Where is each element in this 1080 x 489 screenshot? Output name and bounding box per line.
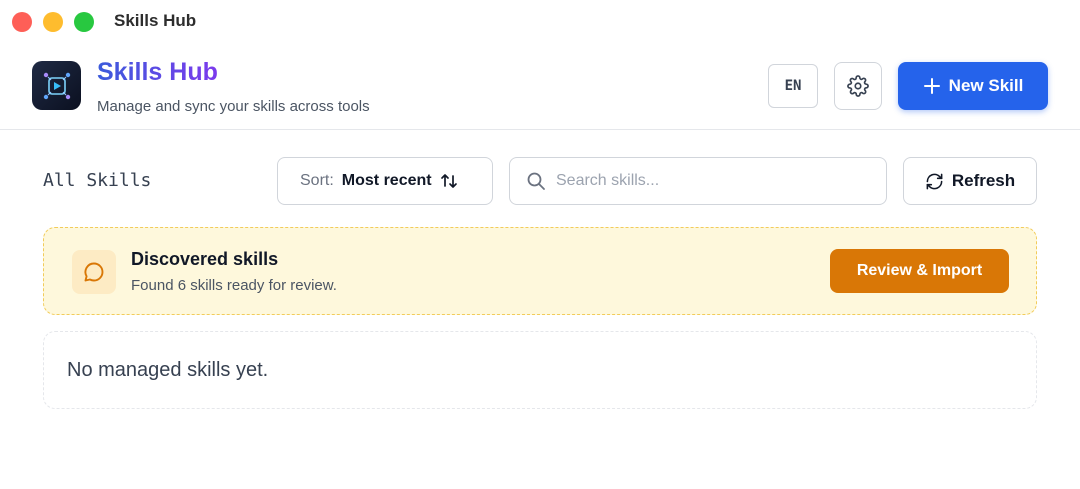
banner-subtitle: Found 6 skills ready for review. <box>131 277 337 294</box>
refresh-icon <box>926 173 943 189</box>
search-box[interactable] <box>509 157 887 205</box>
logo-icon <box>32 61 81 110</box>
review-import-button[interactable]: Review & Import <box>830 249 1009 293</box>
search-icon <box>527 172 545 190</box>
empty-state: No managed skills yet. <box>43 331 1037 409</box>
refresh-button[interactable]: Refresh <box>903 157 1037 205</box>
sort-dropdown[interactable]: Sort: Most recent <box>277 157 493 205</box>
search-input[interactable] <box>556 172 856 190</box>
title-bar: Skills Hub <box>0 0 1080 44</box>
empty-state-message: No managed skills yet. <box>67 358 269 381</box>
language-button[interactable]: EN <box>768 64 818 108</box>
chat-bubble-icon <box>72 250 116 294</box>
brand-subtitle: Manage and sync your skills across tools <box>97 98 370 115</box>
app-header: Skills Hub Manage and sync your skills a… <box>0 44 1080 130</box>
new-skill-button[interactable]: New Skill <box>898 62 1048 110</box>
sort-value: Most recent <box>341 172 432 189</box>
settings-button[interactable] <box>834 62 882 110</box>
sort-icon <box>440 174 457 188</box>
sort-label: Sort: <box>300 172 334 189</box>
refresh-label: Refresh <box>951 171 1016 190</box>
gear-icon <box>847 75 869 97</box>
close-window-button[interactable] <box>12 12 32 32</box>
zoom-window-button[interactable] <box>74 12 94 32</box>
plus-icon <box>923 78 940 94</box>
window-title: Skills Hub <box>114 11 197 30</box>
brand-title: Skills Hub <box>97 58 218 86</box>
minimize-window-button[interactable] <box>43 12 63 32</box>
new-skill-label: New Skill <box>948 76 1024 95</box>
section-title: All Skills <box>43 170 152 191</box>
discovered-skills-banner: Discovered skills Found 6 skills ready f… <box>43 227 1037 315</box>
banner-title: Discovered skills <box>131 249 279 269</box>
